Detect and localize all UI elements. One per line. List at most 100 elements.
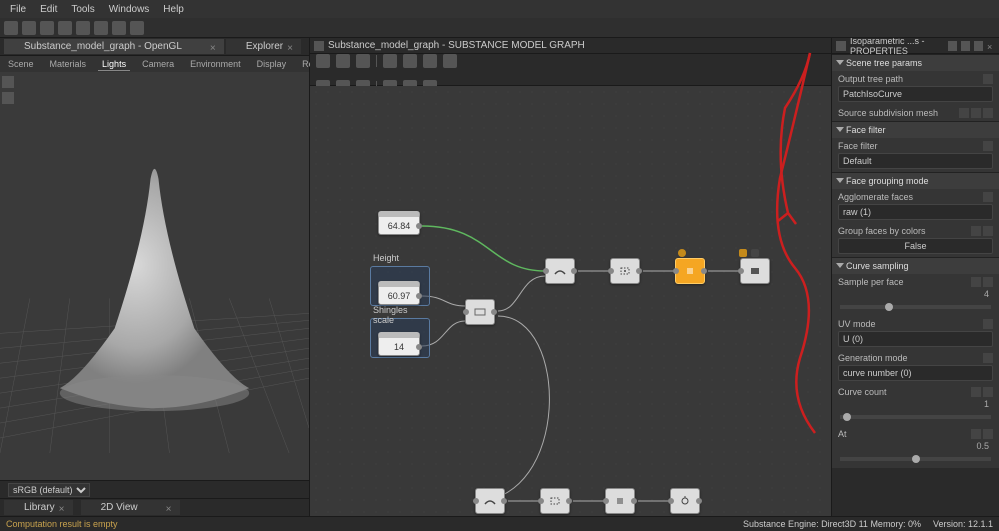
float-node[interactable]: 14 [378, 332, 420, 356]
group-label: Shingles scale [373, 305, 429, 325]
link-icon[interactable] [971, 226, 981, 236]
reset-icon[interactable] [983, 319, 993, 329]
close-icon[interactable]: × [287, 43, 295, 51]
graph-node[interactable] [545, 258, 575, 284]
viewport-tool-icon[interactable] [2, 92, 14, 104]
subtab-camera[interactable]: Camera [138, 58, 178, 70]
status-warning: Computation result is empty [6, 519, 118, 529]
reset-icon[interactable] [983, 108, 993, 118]
graph-node-output[interactable] [740, 258, 770, 284]
toolbar-icon[interactable] [40, 21, 54, 35]
3d-viewport[interactable] [0, 72, 309, 480]
close-icon[interactable]: × [166, 504, 174, 512]
subtab-scene[interactable]: Scene [4, 58, 38, 70]
popout-icon[interactable] [974, 41, 983, 51]
section-face-grouping[interactable]: Face grouping mode [832, 172, 999, 189]
tab-label: 2D View [101, 502, 138, 513]
2dview-tab[interactable]: 2D View × [81, 500, 180, 515]
prop-value: 4 [838, 289, 993, 299]
reset-icon[interactable] [983, 429, 993, 439]
subtab-lights[interactable]: Lights [98, 58, 130, 71]
close-icon[interactable]: × [210, 43, 218, 51]
link-icon[interactable] [959, 108, 969, 118]
slider[interactable] [840, 457, 991, 461]
graph-tool-icon[interactable] [383, 54, 397, 68]
graph-tool-icon[interactable] [403, 54, 417, 68]
subtab-materials[interactable]: Materials [46, 58, 91, 70]
reset-icon[interactable] [983, 141, 993, 151]
link-icon[interactable] [971, 108, 981, 118]
graph-tool-icon[interactable] [356, 54, 370, 68]
menu-tools[interactable]: Tools [65, 2, 100, 17]
toolbar-icon[interactable] [58, 21, 72, 35]
float-value: 60.97 [388, 291, 411, 301]
float-value: 64.84 [388, 221, 411, 231]
graph-toolbar [310, 54, 831, 86]
float-node[interactable]: 64.84 [378, 211, 420, 235]
left-panel: Substance_model_graph - OpenGL × Explore… [0, 38, 310, 516]
menu-file[interactable]: File [4, 2, 32, 17]
graph-tool-icon[interactable] [423, 54, 437, 68]
prop-dropdown[interactable]: curve number (0) [838, 365, 993, 381]
library-tab[interactable]: Library × [4, 500, 73, 515]
prop-dropdown[interactable]: raw (1) [838, 204, 993, 220]
viewport-tools [2, 76, 16, 104]
menu-help[interactable]: Help [157, 2, 190, 17]
library-icon [10, 503, 20, 513]
reset-icon[interactable] [983, 387, 993, 397]
section-face-filter[interactable]: Face filter [832, 121, 999, 138]
link-icon[interactable] [971, 429, 981, 439]
section-curve-sampling[interactable]: Curve sampling [832, 257, 999, 274]
graph-tool-icon[interactable] [443, 54, 457, 68]
toolbar-icon[interactable] [22, 21, 36, 35]
graph-node[interactable] [605, 488, 635, 514]
graph-canvas[interactable]: 64.84 Height 60.97 Shingles scale 14 [310, 86, 831, 516]
group-label: Height [373, 253, 399, 263]
reset-icon[interactable] [983, 74, 993, 84]
subtab-display[interactable]: Display [253, 58, 291, 70]
toolbar-icon[interactable] [130, 21, 144, 35]
prop-value-input[interactable]: PatchIsoCurve [838, 86, 993, 102]
properties-icon [836, 41, 846, 51]
reset-icon[interactable] [983, 192, 993, 202]
graph-tool-icon[interactable] [336, 54, 350, 68]
menu-windows[interactable]: Windows [103, 2, 156, 17]
link-icon[interactable] [971, 277, 981, 287]
prop-dropdown[interactable]: U (0) [838, 331, 993, 347]
menu-edit[interactable]: Edit [34, 2, 63, 17]
colorspace-select[interactable]: sRGB (default) [8, 483, 90, 497]
pin-icon[interactable] [948, 41, 957, 51]
slider[interactable] [840, 415, 991, 419]
toolbar-icon[interactable] [76, 21, 90, 35]
prop-value-input[interactable]: Default [838, 153, 993, 169]
reset-icon[interactable] [983, 226, 993, 236]
prop-toggle[interactable]: False [838, 238, 993, 254]
graph-node[interactable] [465, 299, 495, 325]
status-engine: Substance Engine: Direct3D 11 Memory: 0% [743, 519, 921, 529]
subtab-environment[interactable]: Environment [186, 58, 245, 70]
main-toolbar [0, 18, 999, 38]
settings-icon[interactable] [961, 41, 970, 51]
graph-node-selected[interactable] [675, 258, 705, 284]
slider[interactable] [840, 305, 991, 309]
reset-icon[interactable] [983, 277, 993, 287]
toolbar-icon[interactable] [94, 21, 108, 35]
prop-label: Source subdivision mesh [838, 108, 938, 118]
link-icon[interactable] [971, 387, 981, 397]
explorer-tab[interactable]: Explorer × [226, 39, 301, 54]
graph-node[interactable] [670, 488, 700, 514]
float-node[interactable]: 60.97 [378, 281, 420, 305]
graph-tool-icon[interactable] [316, 54, 330, 68]
graph-node[interactable] [610, 258, 640, 284]
graph-title: Substance_model_graph - SUBSTANCE MODEL … [328, 40, 585, 51]
viewport-tool-icon[interactable] [2, 76, 14, 88]
section-scene-tree[interactable]: Scene tree params [832, 54, 999, 71]
viewport-tab[interactable]: Substance_model_graph - OpenGL × [4, 39, 224, 54]
toolbar-icon[interactable] [4, 21, 18, 35]
toolbar-icon[interactable] [112, 21, 126, 35]
close-icon[interactable]: × [987, 42, 995, 50]
graph-node[interactable] [540, 488, 570, 514]
graph-node[interactable] [475, 488, 505, 514]
reset-icon[interactable] [983, 353, 993, 363]
close-icon[interactable]: × [59, 504, 67, 512]
